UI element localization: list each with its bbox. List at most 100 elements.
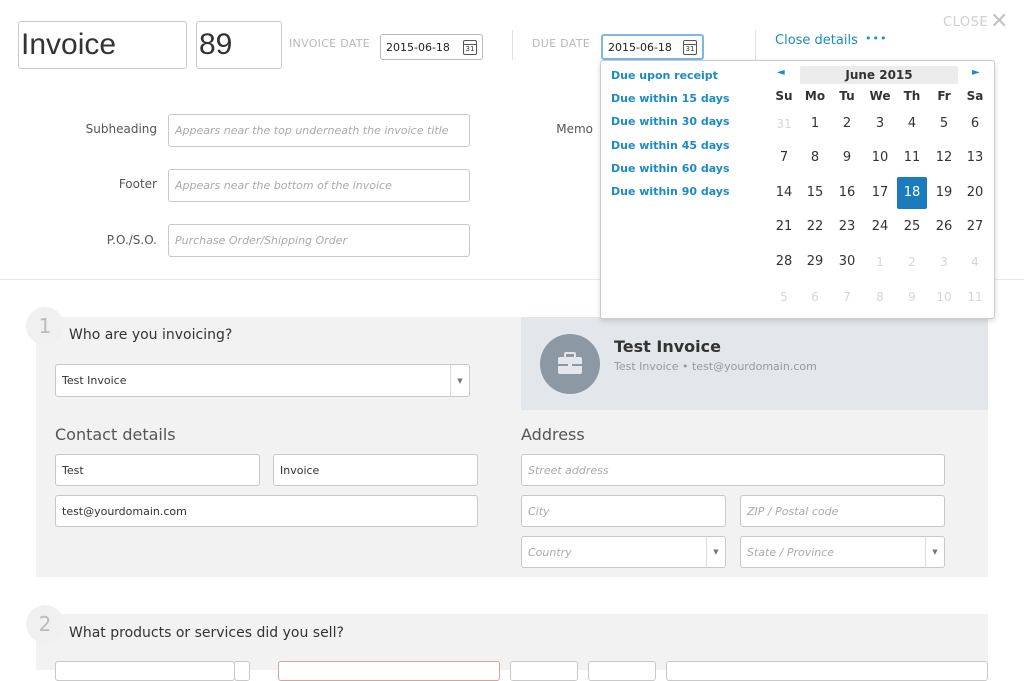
calendar-day[interactable]: 10 [865,142,895,174]
calendar-day[interactable]: 4 [960,246,990,278]
calendar-day[interactable]: 1 [865,246,895,278]
memo-label: Memo [556,122,593,136]
calendar-weekday: Th [903,89,921,103]
calendar-day[interactable]: 5 [769,281,799,313]
close-icon[interactable]: ✕ [990,10,1008,34]
invoice-number-input[interactable]: 89 [196,21,282,69]
calendar-day[interactable]: 11 [897,142,927,174]
product-input[interactable] [55,661,235,681]
calendar-day[interactable]: 13 [960,142,990,174]
city-input[interactable]: City [521,495,726,527]
email-input[interactable]: test@yourdomain.com [55,495,478,527]
subheading-input[interactable]: Appears near the top underneath the invo… [168,114,470,147]
calendar-day[interactable]: 7 [769,142,799,174]
calendar-day[interactable]: 8 [865,281,895,313]
description-input[interactable] [278,661,500,681]
product-select-toggle[interactable] [234,661,250,681]
close-details-link[interactable]: Close details [775,33,858,48]
calendar-day[interactable]: 18 [897,177,927,209]
calendar-weekday: Su [775,89,793,103]
calendar-day[interactable]: 6 [800,281,830,313]
calendar-day[interactable]: 4 [897,108,927,140]
due-option[interactable]: Due within 45 days [611,139,730,152]
calendar-month-title: June 2015 [800,66,958,84]
briefcase-icon [558,352,582,374]
due-option[interactable]: Due upon receipt [611,69,718,82]
subheading-label: Subheading [85,122,157,136]
calendar-day[interactable]: 31 [769,108,799,140]
calendar-day[interactable]: 29 [800,246,830,278]
footer-placeholder: Appears near the bottom of the invoice [175,179,392,192]
calendar-day[interactable]: 2 [832,108,862,140]
calendar-day[interactable]: 26 [929,211,959,243]
calendar-day[interactable]: 28 [769,246,799,278]
address-title: Address [521,425,585,444]
calendar-prev-icon[interactable]: ◄ [777,67,785,78]
header-divider [512,30,513,60]
calendar-day[interactable]: 24 [865,211,895,243]
last-name-input[interactable]: Invoice [273,454,478,486]
footer-input[interactable]: Appears near the bottom of the invoice [168,169,470,202]
calendar-day[interactable]: 8 [800,142,830,174]
calendar-day[interactable]: 9 [897,281,927,313]
calendar-day[interactable]: 1 [800,108,830,140]
due-option[interactable]: Due within 15 days [611,92,730,105]
chevron-down-icon[interactable]: ▼ [450,365,469,396]
calendar-day[interactable]: 23 [832,211,862,243]
more-options-icon[interactable]: ••• [865,32,887,45]
state-select[interactable]: State / Province ▼ [740,536,945,568]
zip-input[interactable]: ZIP / Postal code [740,495,945,527]
section2-title: What products or services did you sell? [69,625,344,641]
due-option[interactable]: Due within 60 days [611,162,730,175]
price-input[interactable] [588,661,656,681]
first-name-input[interactable]: Test [55,454,260,486]
calendar-day[interactable]: 20 [960,177,990,209]
footer-label: Footer [118,177,157,191]
due-option[interactable]: Due within 90 days [611,185,730,198]
calendar-day[interactable]: 30 [832,246,862,278]
chevron-down-icon[interactable]: ▼ [706,537,725,567]
calendar-day[interactable]: 25 [897,211,927,243]
calendar-day[interactable]: 5 [929,108,959,140]
calendar-day[interactable]: 3 [865,108,895,140]
calendar-day[interactable]: 3 [929,246,959,278]
contact-details-title: Contact details [55,425,176,444]
quantity-input[interactable] [510,661,578,681]
amount-input[interactable] [666,661,988,681]
subheading-placeholder: Appears near the top underneath the invo… [175,124,449,137]
country-select[interactable]: Country ▼ [521,536,726,568]
zip-placeholder: ZIP / Postal code [747,504,839,518]
due-option[interactable]: Due within 30 days [611,115,730,128]
calendar-day[interactable]: 21 [769,211,799,243]
client-select[interactable]: Test Invoice ▼ [55,364,470,397]
calendar-day[interactable]: 7 [832,281,862,313]
calendar-day[interactable]: 27 [960,211,990,243]
close-label[interactable]: CLOSE [943,15,988,30]
step-number-1: 1 [26,307,64,345]
calendar-icon[interactable]: 31 [463,39,477,55]
calendar-day[interactable]: 22 [800,211,830,243]
poso-input[interactable]: Purchase Order/Shipping Order [168,224,470,257]
calendar-next-icon[interactable]: ► [972,67,980,78]
calendar-day[interactable]: 14 [769,177,799,209]
calendar-day[interactable]: 17 [865,177,895,209]
calendar-day[interactable]: 16 [832,177,862,209]
calendar-day[interactable]: 19 [929,177,959,209]
city-placeholder: City [528,504,550,518]
calendar-day[interactable]: 9 [832,142,862,174]
calendar-weekday: Tu [839,89,855,103]
chevron-down-icon[interactable]: ▼ [925,537,944,567]
street-input[interactable]: Street address [521,454,945,486]
invoice-date-field[interactable]: 2015-06-18 31 [380,34,483,60]
doc-type-input[interactable]: Invoice [18,21,187,69]
calendar-day[interactable]: 10 [929,281,959,313]
calendar-day[interactable]: 11 [960,281,990,313]
poso-label: P.O./S.O. [106,233,157,247]
calendar-day[interactable]: 15 [800,177,830,209]
due-date-value: 2015-06-18 [608,40,672,54]
calendar-icon[interactable]: 31 [683,39,697,55]
calendar-day[interactable]: 12 [929,142,959,174]
calendar-day[interactable]: 2 [897,246,927,278]
due-date-field[interactable]: 2015-06-18 31 [601,34,704,60]
calendar-day[interactable]: 6 [960,108,990,140]
